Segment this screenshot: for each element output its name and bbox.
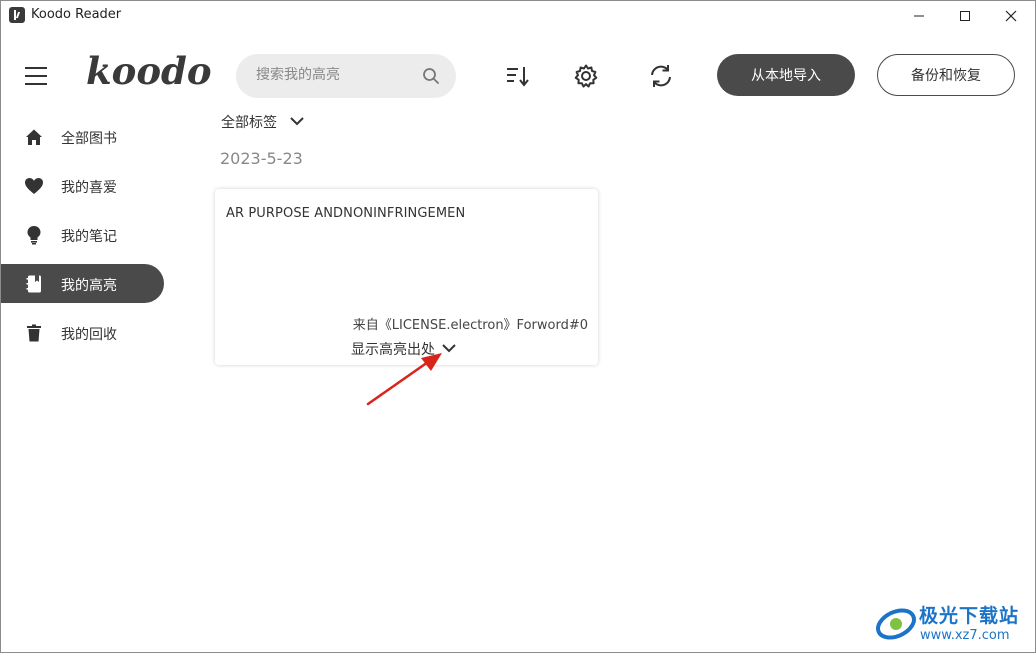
window-title: Koodo Reader bbox=[31, 7, 122, 22]
highlight-source: 来自《LICENSE.electron》Forword#0 bbox=[352, 318, 588, 333]
highlight-card[interactable]: AR PURPOSE ANDNONINFRINGEMEN 来自《LICENSE.… bbox=[215, 189, 598, 365]
sidebar-item-label: 全部图书 bbox=[61, 131, 117, 147]
search-input[interactable] bbox=[254, 66, 418, 84]
maximize-button[interactable] bbox=[942, 0, 988, 32]
search-box[interactable] bbox=[236, 54, 456, 98]
search-icon[interactable] bbox=[422, 67, 440, 89]
tag-filter-label: 全部标签 bbox=[221, 115, 277, 131]
sort-icon[interactable] bbox=[501, 60, 533, 92]
settings-gear-icon[interactable] bbox=[570, 60, 602, 92]
chevron-down-icon bbox=[289, 114, 305, 130]
lightbulb-icon bbox=[24, 225, 44, 245]
sidebar-item-label: 我的高亮 bbox=[61, 278, 117, 294]
sidebar-item-label: 我的回收 bbox=[61, 327, 117, 343]
home-icon bbox=[24, 127, 44, 147]
minimize-icon bbox=[914, 15, 924, 17]
watermark: 极光下载站 www.xz7.com bbox=[874, 598, 1034, 650]
sidebar-item-label: 我的喜爱 bbox=[61, 180, 117, 196]
app-logo: koodo bbox=[86, 49, 212, 93]
title-bar: Koodo Reader bbox=[0, 0, 1036, 32]
trash-icon bbox=[24, 323, 44, 343]
watermark-name: 极光下载站 bbox=[919, 605, 1020, 627]
sidebar-item-highlights[interactable]: 我的高亮 bbox=[0, 264, 164, 303]
tag-filter-dropdown[interactable]: 全部标签 bbox=[221, 112, 305, 132]
watermark-logo-icon bbox=[876, 608, 916, 640]
import-local-button[interactable]: 从本地导入 bbox=[717, 54, 855, 96]
highlight-text: AR PURPOSE ANDNONINFRINGEMEN bbox=[226, 206, 466, 221]
sidebar-item-trash[interactable]: 我的回收 bbox=[0, 313, 164, 352]
minimize-button[interactable] bbox=[896, 0, 942, 32]
hamburger-menu-icon[interactable] bbox=[25, 66, 47, 86]
maximize-icon bbox=[960, 11, 970, 21]
heart-icon bbox=[24, 176, 44, 196]
sidebar-item-all-books[interactable]: 全部图书 bbox=[0, 117, 164, 156]
watermark-url: www.xz7.com bbox=[920, 628, 1010, 643]
sidebar-item-notes[interactable]: 我的笔记 bbox=[0, 215, 164, 254]
app-icon bbox=[9, 7, 25, 23]
backup-restore-button[interactable]: 备份和恢复 bbox=[877, 54, 1015, 96]
highlight-notebook-icon bbox=[24, 274, 44, 294]
sidebar-item-label: 我的笔记 bbox=[61, 229, 117, 245]
sync-icon[interactable] bbox=[645, 60, 677, 92]
sidebar-item-favorites[interactable]: 我的喜爱 bbox=[0, 166, 164, 205]
date-group-label: 2023-5-23 bbox=[220, 149, 303, 168]
close-icon bbox=[1005, 10, 1017, 22]
close-button[interactable] bbox=[988, 0, 1034, 32]
annotation-arrow-icon bbox=[366, 353, 442, 406]
